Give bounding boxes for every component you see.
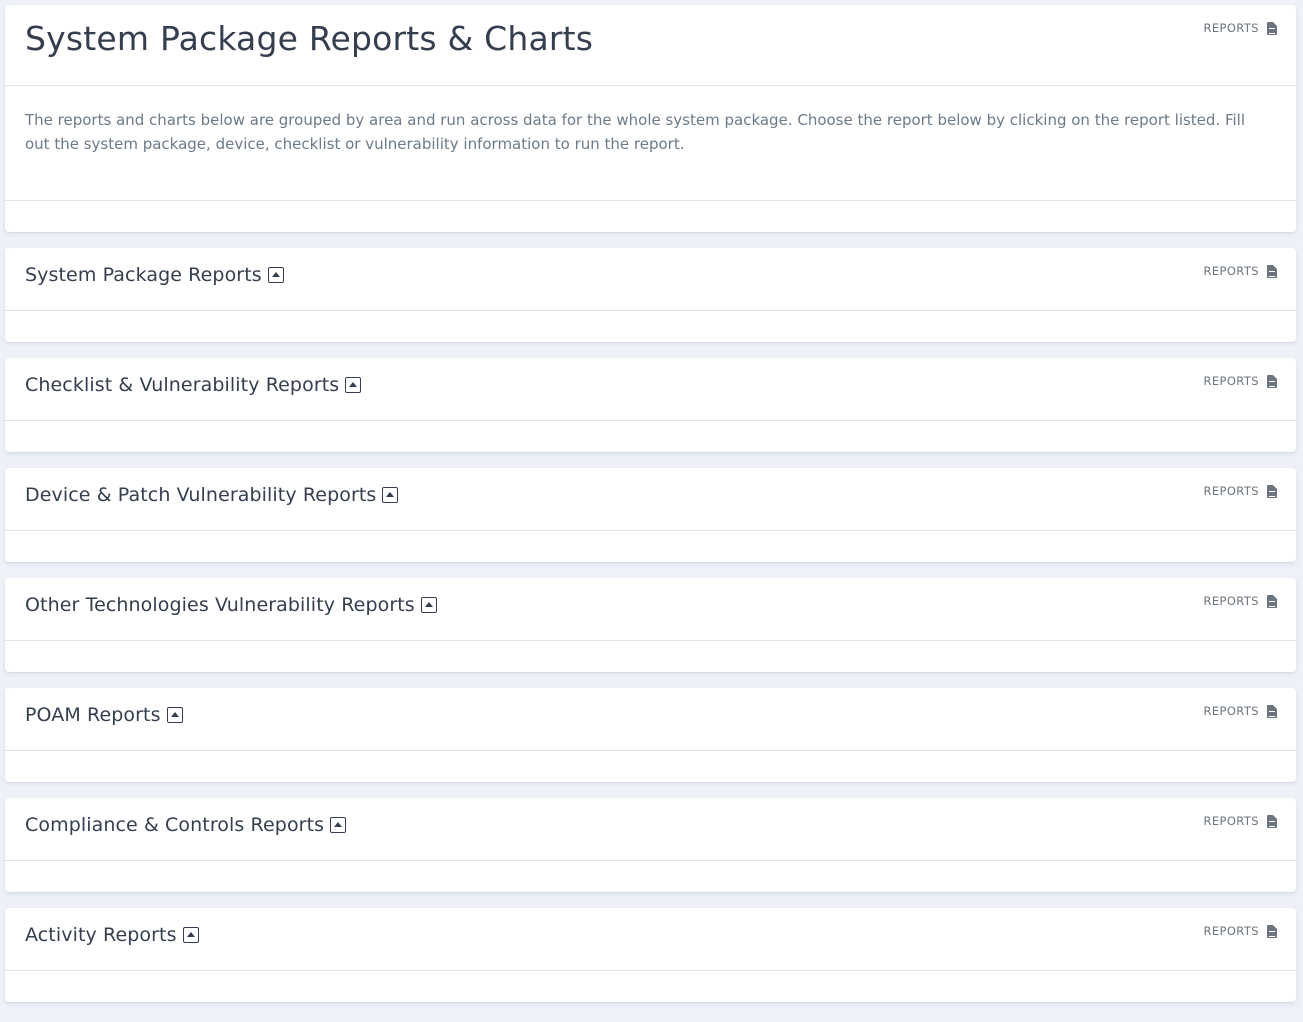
reports-link-label: REPORTS: [1203, 814, 1259, 828]
reports-link-label: REPORTS: [1203, 704, 1259, 718]
file-alt-icon: [1267, 374, 1277, 388]
file-alt-icon: [1267, 814, 1277, 828]
card-header: Activity Reports REPORTS: [5, 908, 1296, 971]
caret-square-up-icon[interactable]: [382, 487, 399, 503]
reports-link[interactable]: REPORTS: [1203, 21, 1277, 35]
section-title: Compliance & Controls Reports: [25, 814, 347, 836]
reports-link-label: REPORTS: [1203, 924, 1259, 938]
card-footer: [5, 421, 1296, 452]
reports-link-label: REPORTS: [1203, 594, 1259, 608]
reports-link[interactable]: REPORTS: [1203, 704, 1277, 718]
caret-square-up-icon[interactable]: [182, 927, 199, 943]
card-footer: [5, 201, 1296, 232]
section-card-compliance-controls-reports: Compliance & Controls Reports REPORTS: [5, 798, 1296, 892]
reports-link-label: REPORTS: [1203, 374, 1259, 388]
section-card-activity-reports: Activity Reports REPORTS: [5, 908, 1296, 1002]
section-title-text: Activity Reports: [25, 924, 177, 946]
reports-link-label: REPORTS: [1203, 21, 1259, 35]
caret-square-up-icon[interactable]: [345, 377, 362, 393]
section-title-text: Device & Patch Vulnerability Reports: [25, 484, 377, 506]
section-title: System Package Reports: [25, 264, 284, 286]
card-footer: [5, 971, 1296, 1002]
page-title: System Package Reports & Charts: [25, 19, 594, 58]
reports-link[interactable]: REPORTS: [1203, 924, 1277, 938]
section-title: Other Technologies Vulnerability Reports: [25, 594, 437, 616]
card-header: Device & Patch Vulnerability Reports REP…: [5, 468, 1296, 531]
section-title-text: POAM Reports: [25, 704, 161, 726]
section-title-text: System Package Reports: [25, 264, 262, 286]
section-title-text: Checklist & Vulnerability Reports: [25, 374, 340, 396]
reports-link[interactable]: REPORTS: [1203, 594, 1277, 608]
card-footer: [5, 751, 1296, 782]
reports-link-label: REPORTS: [1203, 484, 1259, 498]
section-card-other-technologies-vulnerability-reports: Other Technologies Vulnerability Reports…: [5, 578, 1296, 672]
card-header: Compliance & Controls Reports REPORTS: [5, 798, 1296, 861]
section-card-system-package-reports: System Package Reports REPORTS: [5, 248, 1296, 342]
page-container: System Package Reports & Charts REPORTS …: [0, 0, 1303, 1022]
section-card-checklist-vulnerability-reports: Checklist & Vulnerability Reports REPORT…: [5, 358, 1296, 452]
reports-link[interactable]: REPORTS: [1203, 814, 1277, 828]
file-alt-icon: [1267, 484, 1277, 498]
reports-link-label: REPORTS: [1203, 264, 1259, 278]
caret-square-up-icon[interactable]: [267, 267, 284, 283]
section-card-poam-reports: POAM Reports REPORTS: [5, 688, 1296, 782]
reports-link[interactable]: REPORTS: [1203, 264, 1277, 278]
caret-square-up-icon[interactable]: [166, 707, 183, 723]
section-title: Checklist & Vulnerability Reports: [25, 374, 362, 396]
card-header: Other Technologies Vulnerability Reports…: [5, 578, 1296, 641]
caret-square-up-icon[interactable]: [420, 597, 437, 613]
section-card-device-patch-vulnerability-reports: Device & Patch Vulnerability Reports REP…: [5, 468, 1296, 562]
card-footer: [5, 531, 1296, 562]
file-alt-icon: [1267, 924, 1277, 938]
file-alt-icon: [1267, 594, 1277, 608]
card-footer: [5, 861, 1296, 892]
card-header: Checklist & Vulnerability Reports REPORT…: [5, 358, 1296, 421]
reports-link[interactable]: REPORTS: [1203, 484, 1277, 498]
page-header-card: System Package Reports & Charts REPORTS …: [5, 5, 1296, 232]
card-footer: [5, 311, 1296, 342]
caret-square-up-icon[interactable]: [330, 817, 347, 833]
reports-link[interactable]: REPORTS: [1203, 374, 1277, 388]
section-title-text: Compliance & Controls Reports: [25, 814, 325, 836]
file-alt-icon: [1267, 21, 1277, 35]
file-alt-icon: [1267, 704, 1277, 718]
card-footer: [5, 641, 1296, 672]
file-alt-icon: [1267, 264, 1277, 278]
section-title: POAM Reports: [25, 704, 183, 726]
card-header: System Package Reports & Charts REPORTS: [5, 5, 1296, 86]
section-title: Activity Reports: [25, 924, 199, 946]
card-header: System Package Reports REPORTS: [5, 248, 1296, 311]
section-title: Device & Patch Vulnerability Reports: [25, 484, 399, 506]
card-header: POAM Reports REPORTS: [5, 688, 1296, 751]
page-description: The reports and charts below are grouped…: [5, 86, 1296, 201]
section-title-text: Other Technologies Vulnerability Reports: [25, 594, 415, 616]
